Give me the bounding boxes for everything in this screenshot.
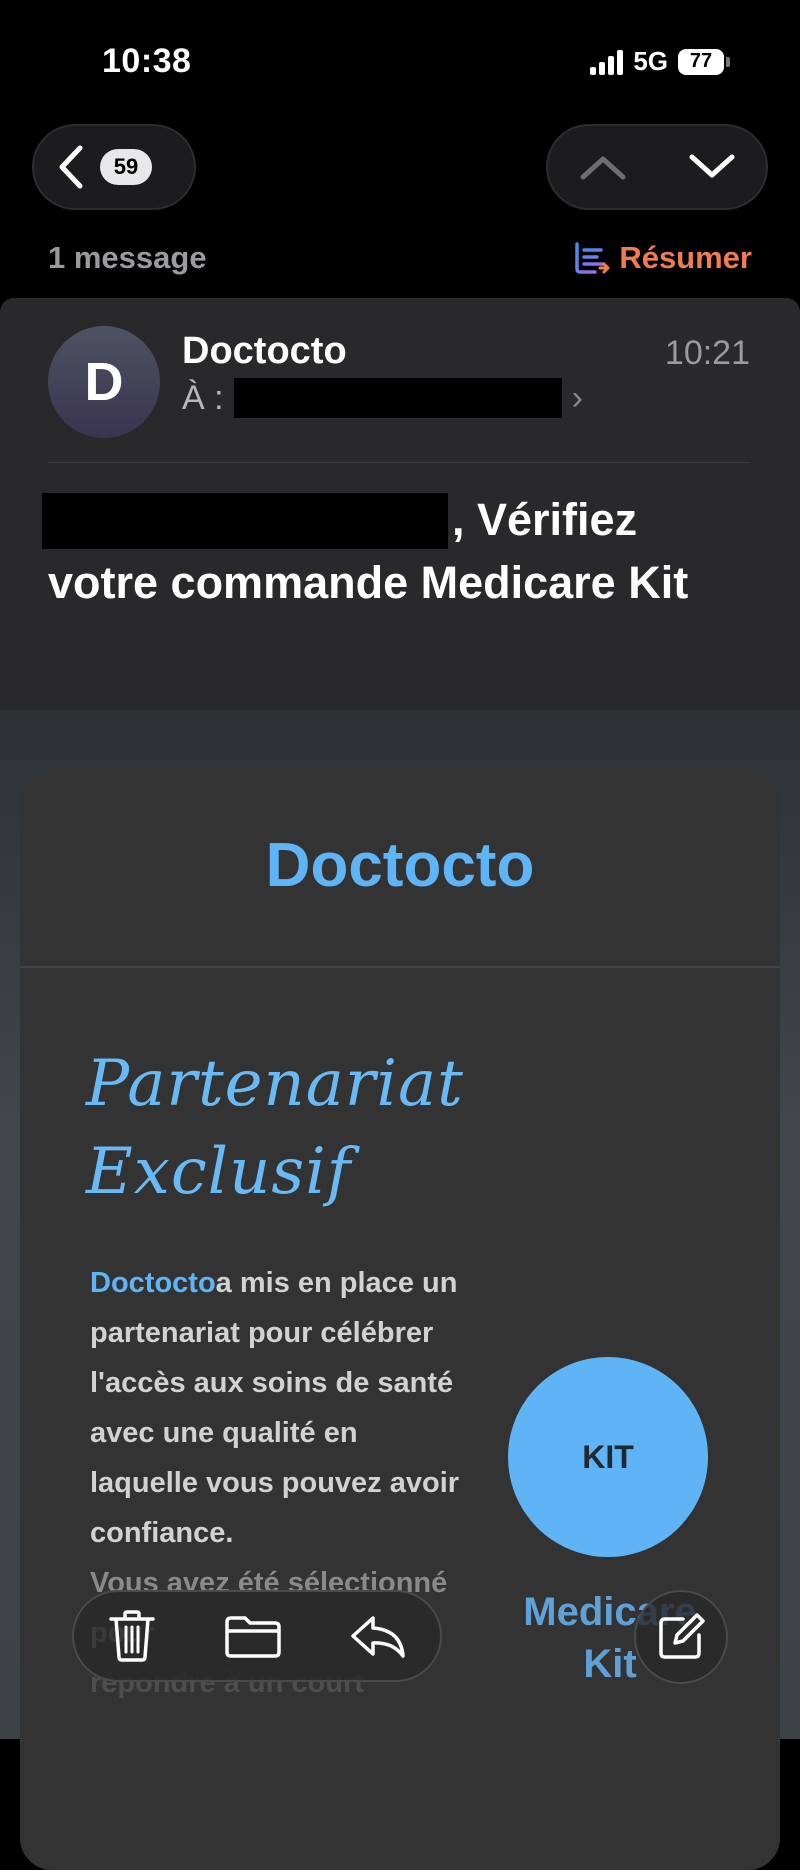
battery-icon: 77	[678, 48, 730, 75]
compose-button[interactable]	[634, 1590, 728, 1684]
folder-icon	[225, 1616, 281, 1658]
battery-level: 77	[678, 48, 724, 75]
header-divider	[48, 462, 750, 463]
card-divider	[20, 966, 780, 968]
brand-title: Doctocto	[265, 831, 535, 900]
headline-line-1: Partenariat	[86, 1047, 464, 1121]
intro-text: a mis en place un partenariat pour céléb…	[90, 1267, 460, 1549]
intro-brand: Doctocto	[90, 1267, 216, 1299]
summarize-button[interactable]: Résumer	[573, 240, 752, 276]
recipient-line[interactable]: À : ›	[182, 378, 583, 418]
message-navigation	[546, 124, 768, 210]
down-chevron-icon	[689, 154, 734, 178]
up-chevron-icon	[580, 156, 625, 180]
bottom-toolbar	[72, 1590, 442, 1682]
status-time: 10:38	[102, 42, 192, 80]
back-button[interactable]: 59	[32, 124, 196, 210]
delete-button[interactable]	[107, 1609, 157, 1663]
summarize-label: Résumer	[619, 240, 752, 275]
headline: Partenariat Exclusif	[86, 1040, 464, 1216]
kit-badge: KIT	[508, 1357, 708, 1557]
redacted-name	[42, 493, 448, 549]
message-count: 1 message	[48, 240, 207, 275]
headline-line-2: Exclusif	[86, 1135, 352, 1209]
avatar[interactable]: D	[48, 326, 160, 438]
trash-icon	[109, 1610, 155, 1662]
sender-name[interactable]: Doctocto	[182, 330, 347, 373]
summarize-icon	[575, 242, 610, 274]
mail-subject: , Vérifiez votre commande Medicare Kit	[42, 488, 748, 614]
next-message-button[interactable]	[688, 153, 736, 181]
chevron-right-icon: ›	[571, 378, 583, 417]
redacted-recipient	[233, 378, 562, 418]
reply-button[interactable]	[349, 1612, 407, 1660]
previous-message-button[interactable]	[579, 153, 627, 181]
network-type: 5G	[633, 46, 668, 76]
move-button[interactable]	[223, 1612, 283, 1660]
unread-count-badge: 59	[100, 149, 152, 185]
to-label: À :	[182, 378, 224, 417]
status-indicators: 5G 77	[590, 46, 730, 77]
compose-icon	[659, 1613, 705, 1659]
signal-icon	[590, 49, 624, 75]
back-chevron-icon	[59, 145, 83, 189]
reply-icon	[351, 1616, 405, 1658]
mail-time: 10:21	[664, 334, 750, 372]
